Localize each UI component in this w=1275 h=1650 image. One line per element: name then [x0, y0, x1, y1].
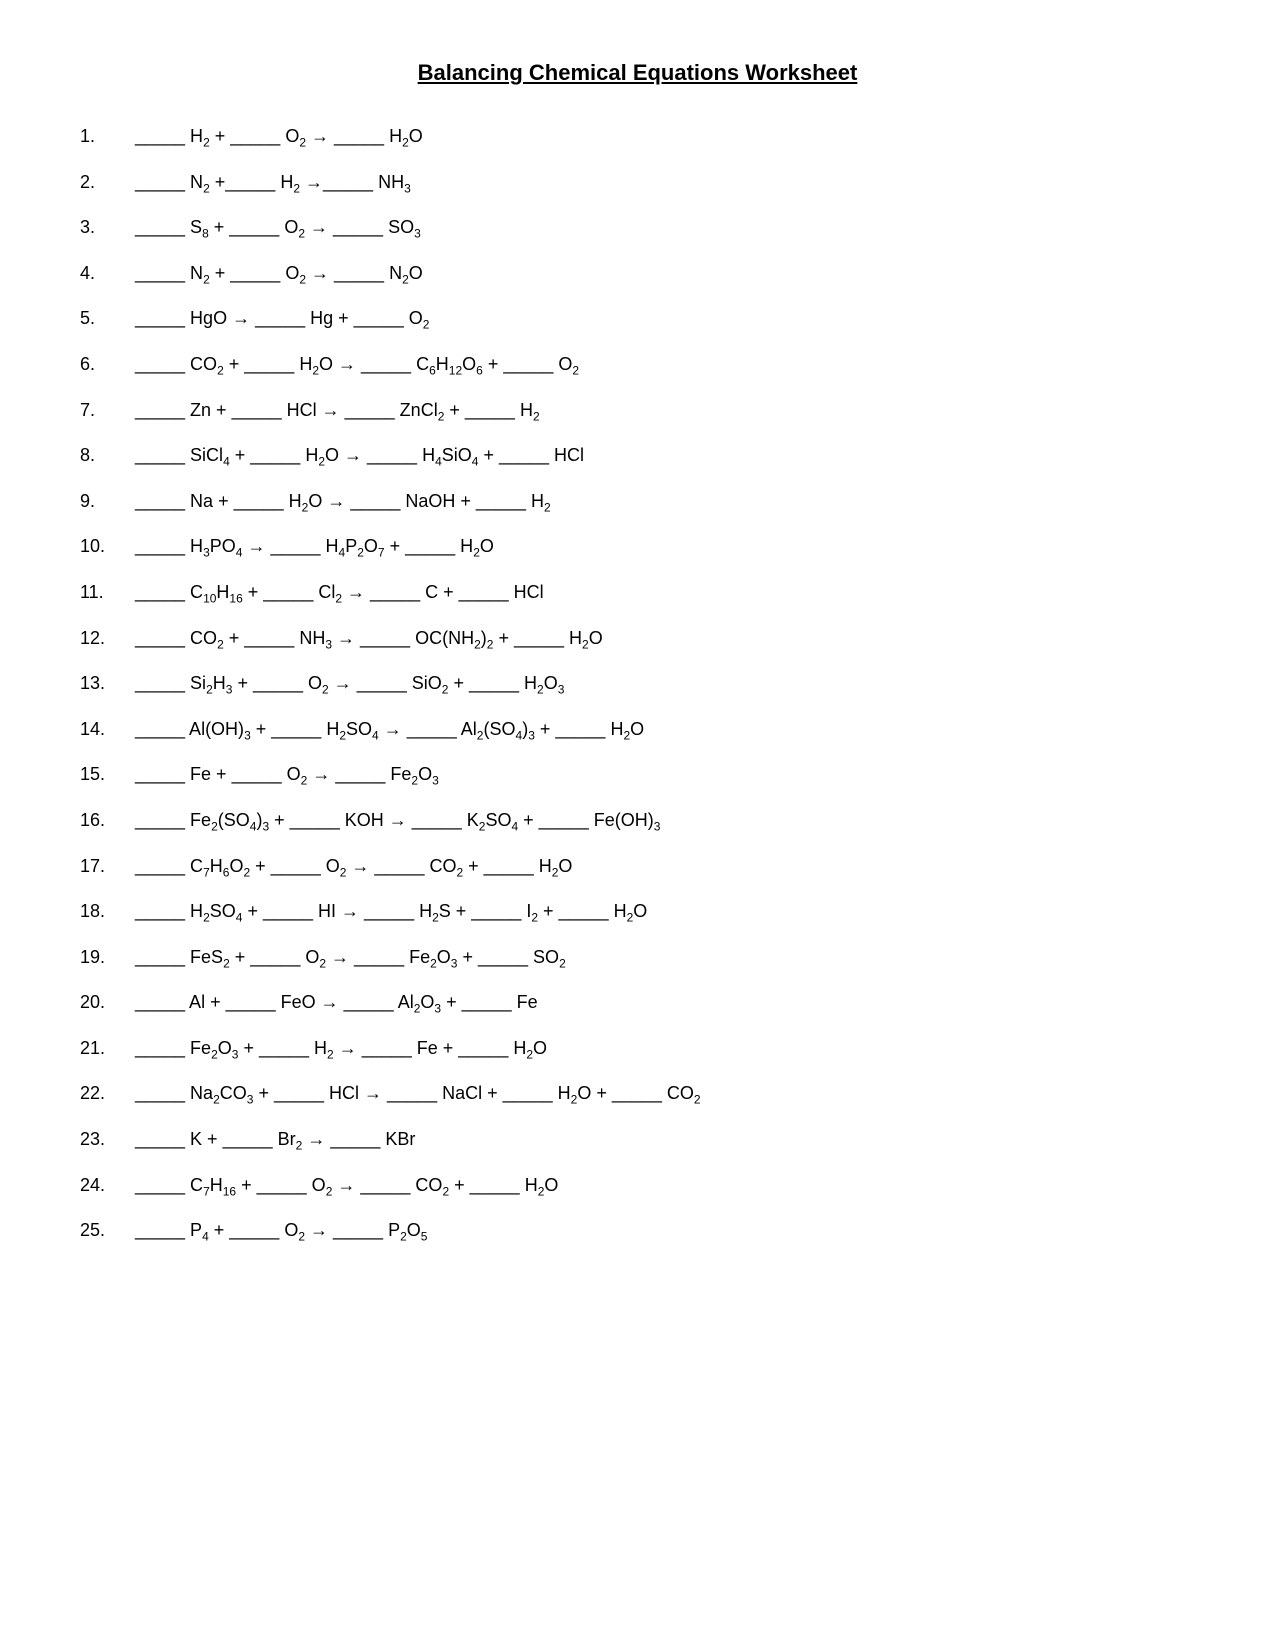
equation-number-19: 19.	[80, 947, 135, 968]
equation-item-8: 8._____ SiCl4 + _____ H2O → _____ H4SiO4…	[80, 445, 1195, 469]
equation-item-19: 19._____ FeS2 + _____ O2 → _____ Fe2O3 +…	[80, 947, 1195, 971]
page-title: Balancing Chemical Equations Worksheet	[80, 60, 1195, 86]
equation-content-21: _____ Fe2O3 + _____ H2 → _____ Fe + ____…	[135, 1038, 547, 1062]
equation-content-19: _____ FeS2 + _____ O2 → _____ Fe2O3 + __…	[135, 947, 566, 971]
equation-item-25: 25._____ P4 + _____ O2 → _____ P2O5	[80, 1220, 1195, 1244]
equation-number-1: 1.	[80, 126, 135, 147]
equation-item-6: 6._____ CO2 + _____ H2O → _____ C6H12O6 …	[80, 354, 1195, 378]
equation-content-3: _____ S8 + _____ O2 → _____ SO3	[135, 217, 421, 241]
equation-content-25: _____ P4 + _____ O2 → _____ P2O5	[135, 1220, 427, 1244]
equation-item-20: 20._____ Al + _____ FeO → _____ Al2O3 + …	[80, 992, 1195, 1016]
equation-item-14: 14._____ Al(OH)3 + _____ H2SO4 → _____ A…	[80, 719, 1195, 743]
equation-number-17: 17.	[80, 856, 135, 877]
equation-content-16: _____ Fe2(SO4)3 + _____ KOH → _____ K2SO…	[135, 810, 660, 834]
equation-number-7: 7.	[80, 400, 135, 421]
equation-item-24: 24._____ C7H16 + _____ O2 → _____ CO2 + …	[80, 1175, 1195, 1199]
equation-content-14: _____ Al(OH)3 + _____ H2SO4 → _____ Al2(…	[135, 719, 644, 743]
equation-item-3: 3._____ S8 + _____ O2 → _____ SO3	[80, 217, 1195, 241]
equation-item-17: 17._____ C7H6O2 + _____ O2 → _____ CO2 +…	[80, 856, 1195, 880]
equation-number-10: 10.	[80, 536, 135, 557]
equation-content-2: _____ N2 +_____ H2 →_____ NH3	[135, 172, 411, 196]
equation-number-12: 12.	[80, 628, 135, 649]
equation-number-15: 15.	[80, 764, 135, 785]
equation-item-10: 10._____ H3PO4 → _____ H4P2O7 + _____ H2…	[80, 536, 1195, 560]
equation-item-1: 1._____ H2 + _____ O2 → _____ H2O	[80, 126, 1195, 150]
equation-number-25: 25.	[80, 1220, 135, 1241]
equation-content-17: _____ C7H6O2 + _____ O2 → _____ CO2 + __…	[135, 856, 572, 880]
equation-number-9: 9.	[80, 491, 135, 512]
equation-number-3: 3.	[80, 217, 135, 238]
equation-content-15: _____ Fe + _____ O2 → _____ Fe2O3	[135, 764, 439, 788]
equation-number-4: 4.	[80, 263, 135, 284]
equation-content-6: _____ CO2 + _____ H2O → _____ C6H12O6 + …	[135, 354, 579, 378]
equations-list: 1._____ H2 + _____ O2 → _____ H2O2._____…	[80, 126, 1195, 1244]
equation-item-7: 7._____ Zn + _____ HCl → _____ ZnCl2 + _…	[80, 400, 1195, 424]
equation-content-11: _____ C10H16 + _____ Cl2 → _____ C + ___…	[135, 582, 544, 606]
equation-content-10: _____ H3PO4 → _____ H4P2O7 + _____ H2O	[135, 536, 494, 560]
equation-content-4: _____ N2 + _____ O2 → _____ N2O	[135, 263, 423, 287]
equation-number-20: 20.	[80, 992, 135, 1013]
equation-item-16: 16._____ Fe2(SO4)3 + _____ KOH → _____ K…	[80, 810, 1195, 834]
equation-number-11: 11.	[80, 582, 135, 603]
equation-number-18: 18.	[80, 901, 135, 922]
equation-content-24: _____ C7H16 + _____ O2 → _____ CO2 + ___…	[135, 1175, 558, 1199]
equation-number-23: 23.	[80, 1129, 135, 1150]
equation-number-5: 5.	[80, 308, 135, 329]
equation-number-22: 22.	[80, 1083, 135, 1104]
equation-number-24: 24.	[80, 1175, 135, 1196]
equation-content-12: _____ CO2 + _____ NH3 → _____ OC(NH2)2 +…	[135, 628, 603, 652]
equation-number-8: 8.	[80, 445, 135, 466]
equation-content-18: _____ H2SO4 + _____ HI → _____ H2S + ___…	[135, 901, 647, 925]
equation-content-8: _____ SiCl4 + _____ H2O → _____ H4SiO4 +…	[135, 445, 584, 469]
equation-item-4: 4._____ N2 + _____ O2 → _____ N2O	[80, 263, 1195, 287]
equation-item-22: 22._____ Na2CO3 + _____ HCl → _____ NaCl…	[80, 1083, 1195, 1107]
equation-number-13: 13.	[80, 673, 135, 694]
equation-item-21: 21._____ Fe2O3 + _____ H2 → _____ Fe + _…	[80, 1038, 1195, 1062]
equation-content-9: _____ Na + _____ H2O → _____ NaOH + ____…	[135, 491, 551, 515]
equation-number-21: 21.	[80, 1038, 135, 1059]
equation-item-15: 15._____ Fe + _____ O2 → _____ Fe2O3	[80, 764, 1195, 788]
equation-item-12: 12._____ CO2 + _____ NH3 → _____ OC(NH2)…	[80, 628, 1195, 652]
equation-item-11: 11._____ C10H16 + _____ Cl2 → _____ C + …	[80, 582, 1195, 606]
equation-item-5: 5._____ HgO → _____ Hg + _____ O2	[80, 308, 1195, 332]
equation-content-23: _____ K + _____ Br2 → _____ KBr	[135, 1129, 415, 1153]
equation-number-14: 14.	[80, 719, 135, 740]
equation-content-5: _____ HgO → _____ Hg + _____ O2	[135, 308, 429, 332]
equation-item-9: 9._____ Na + _____ H2O → _____ NaOH + __…	[80, 491, 1195, 515]
equation-number-2: 2.	[80, 172, 135, 193]
equation-content-22: _____ Na2CO3 + _____ HCl → _____ NaCl + …	[135, 1083, 701, 1107]
equation-item-23: 23._____ K + _____ Br2 → _____ KBr	[80, 1129, 1195, 1153]
equation-item-18: 18._____ H2SO4 + _____ HI → _____ H2S + …	[80, 901, 1195, 925]
equation-content-20: _____ Al + _____ FeO → _____ Al2O3 + ___…	[135, 992, 538, 1016]
equation-item-2: 2._____ N2 +_____ H2 →_____ NH3	[80, 172, 1195, 196]
equation-content-1: _____ H2 + _____ O2 → _____ H2O	[135, 126, 423, 150]
equation-content-13: _____ Si2H3 + _____ O2 → _____ SiO2 + __…	[135, 673, 564, 697]
equation-item-13: 13._____ Si2H3 + _____ O2 → _____ SiO2 +…	[80, 673, 1195, 697]
equation-content-7: _____ Zn + _____ HCl → _____ ZnCl2 + ___…	[135, 400, 540, 424]
equation-number-16: 16.	[80, 810, 135, 831]
equation-number-6: 6.	[80, 354, 135, 375]
